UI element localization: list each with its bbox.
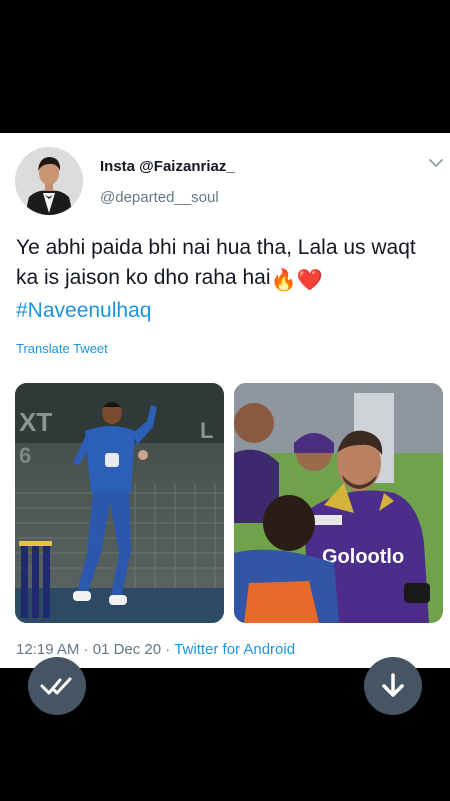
double-check-icon	[40, 677, 72, 695]
stadium-sign-right: L	[200, 418, 213, 443]
download-arrow-icon	[382, 673, 404, 697]
heart-emoji: ❤️	[296, 269, 323, 292]
chevron-down-icon[interactable]	[428, 157, 444, 169]
tweet-time: 12:19 AM	[16, 641, 80, 658]
stadium-sign-left: XT	[19, 407, 52, 437]
tweet-text: Ye abhi paida bhi nai hua tha, Lala us w…	[16, 233, 436, 326]
hashtag-link[interactable]: #Naveenulhaq	[16, 299, 151, 322]
display-name[interactable]: Insta @Faizanriaz_	[100, 158, 235, 175]
tweet-card: Insta @Faizanriaz_ @departed__soul Ye ab…	[0, 133, 450, 668]
user-handle[interactable]: @departed__soul	[100, 189, 219, 206]
tweet-meta: 12:19 AM · 01 Dec 20 · Twitter for Andro…	[16, 641, 296, 658]
translate-tweet-link[interactable]: Translate Tweet	[16, 341, 108, 356]
mark-read-button[interactable]	[28, 657, 86, 715]
tweet-date: 01 Dec 20	[92, 641, 162, 658]
tweet-source-link[interactable]: Twitter for Android	[174, 641, 295, 658]
tweet-body: Ye abhi paida bhi nai hua tha, Lala us w…	[16, 236, 416, 289]
svg-text:6: 6	[19, 443, 31, 468]
jersey-brand: Golootlo	[322, 546, 404, 568]
media-image-players[interactable]: Golootlo	[234, 383, 443, 623]
avatar[interactable]	[15, 147, 83, 215]
fire-emoji: 🔥	[270, 269, 297, 292]
download-button[interactable]	[364, 657, 422, 715]
media-image-bowler[interactable]: XT 6 L	[15, 383, 224, 623]
